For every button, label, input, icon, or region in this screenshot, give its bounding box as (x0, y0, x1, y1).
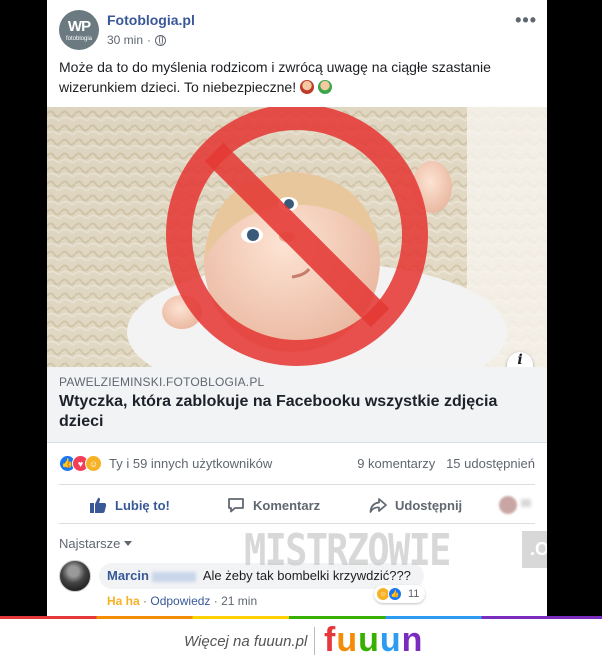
footer-divider (314, 627, 315, 655)
post-as-avatar[interactable] (499, 496, 517, 514)
fuuun-footer: Więcej na fuuun.pl fuuun (0, 619, 602, 661)
facebook-post-card: WP fotoblogia Fotoblogia.pl 30 min · •••… (47, 0, 547, 618)
comment-button[interactable]: Komentarz (227, 485, 320, 525)
comment-separator: · (213, 594, 222, 608)
haha-reaction-icon: ☺ (85, 455, 102, 472)
comment-reactions[interactable]: ☺ 👍 11 (374, 585, 426, 603)
like-button[interactable]: Lubię to! (89, 485, 170, 525)
post-as-chevron-down-icon[interactable] (521, 499, 531, 507)
man-facepalming-emoji (317, 80, 332, 94)
comment-reply-link[interactable]: Odpowiedz (150, 594, 210, 608)
post-stats: 👍 ♥ ☺ Ty i 59 innych użytkowników 9 kome… (59, 453, 535, 475)
like-reaction-icon: 👍 (388, 587, 402, 601)
comment-button-label: Komentarz (253, 497, 321, 513)
reactions-count-text[interactable]: Ty i 59 innych użytkowników (109, 456, 272, 471)
post-time[interactable]: 30 min (107, 33, 143, 47)
share-button[interactable]: Udostępnij (369, 485, 462, 525)
comment-reaction-count: 11 (408, 588, 420, 600)
comments-count-link[interactable]: 9 komentarzy (357, 456, 435, 471)
avatar-logo-subtext: fotoblogia (65, 36, 93, 42)
share-arrow-icon (369, 498, 387, 513)
more-options-button[interactable]: ••• (515, 10, 537, 31)
comment-author-blurred-surname (151, 571, 196, 582)
globe-icon (155, 34, 167, 46)
logo-letter: f (324, 621, 337, 659)
share-button-label: Udostępnij (395, 497, 463, 513)
comment-author[interactable]: Marcin (107, 568, 149, 583)
comment-bubble: Marcin Ale żeby tak bombelki krzywdzić??… (99, 563, 424, 589)
comment-actions: Ha ha · Odpowiedz · 21 min (107, 594, 257, 608)
page-avatar[interactable]: WP fotoblogia (59, 10, 99, 50)
comment-time[interactable]: 21 min (221, 594, 257, 608)
logo-letter: n (401, 621, 424, 659)
like-button-label: Lubię to! (115, 497, 170, 513)
link-preview-image[interactable]: i (47, 107, 547, 367)
link-domain: PAWELZIEMINSKI.FOTOBLOGIA.PL (59, 375, 265, 389)
comment-sort-dropdown[interactable]: Najstarsze (59, 536, 133, 551)
logo-letter: u (379, 621, 402, 659)
comment-haha-link[interactable]: Ha ha (107, 594, 140, 608)
logo-letter: u (336, 621, 359, 659)
fuuun-logo[interactable]: fuuun (324, 621, 423, 660)
post-text: Może da to do myślenia rodzicom i zwrócą… (59, 57, 529, 97)
post-text-content: Może da to do myślenia rodzicom i zwrócą… (59, 59, 491, 95)
thumbs-up-icon (90, 497, 107, 513)
logo-letter: u (358, 621, 380, 659)
commenter-avatar[interactable] (59, 560, 91, 592)
chevron-down-icon (124, 541, 133, 546)
post-meta: 30 min · (107, 33, 167, 47)
comment-text: Ale żeby tak bombelki krzywdzić??? (202, 568, 411, 583)
comment-bubble-icon (228, 498, 244, 513)
link-preview-box[interactable]: PAWELZIEMINSKI.FOTOBLOGIA.PL Wtyczka, kt… (47, 367, 547, 443)
post-action-bar: Lubię to! Komentarz Udostępnij (59, 484, 535, 524)
woman-gesturing-no-emoji (299, 80, 314, 94)
avatar-logo-text: WP (67, 18, 91, 35)
shares-count-link[interactable]: 15 udostępnień (446, 456, 535, 471)
meta-separator: · (147, 33, 152, 47)
baby-photo-with-prohibition-sign (47, 107, 547, 367)
page-name-link[interactable]: Fotoblogia.pl (107, 12, 195, 28)
link-title[interactable]: Wtyczka, która zablokuje na Facebooku ws… (59, 392, 529, 432)
comment-sort-label: Najstarsze (59, 536, 121, 551)
footer-text[interactable]: Więcej na fuuun.pl (184, 633, 307, 650)
watermark-org-badge: .ORG (522, 531, 547, 568)
comments-shares-count: 9 komentarzy 15 udostępnień (357, 456, 535, 471)
reaction-icons[interactable]: 👍 ♥ ☺ (59, 455, 102, 472)
